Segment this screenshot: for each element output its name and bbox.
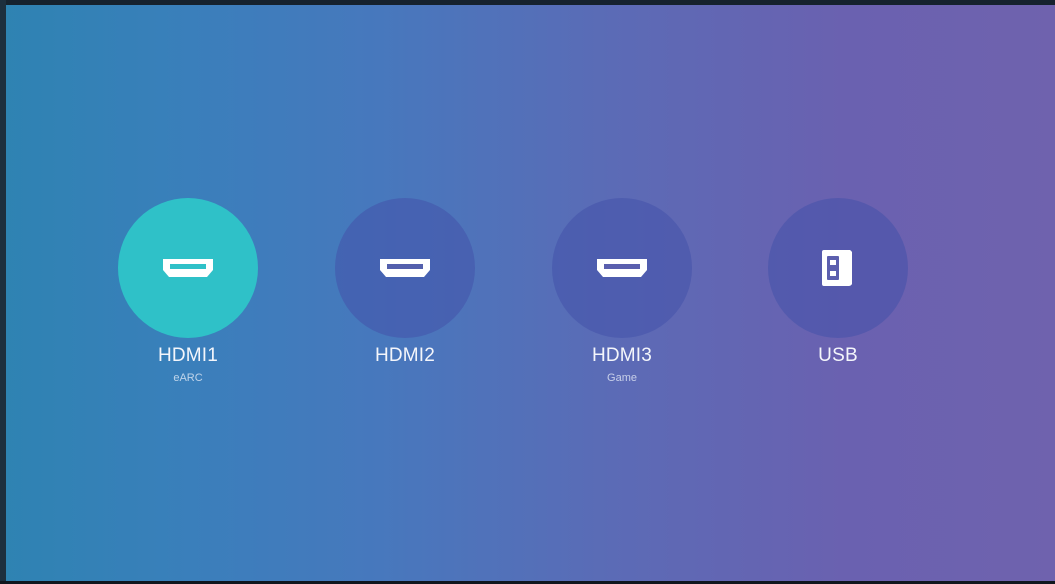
input-source-screen: HDMI1 eARC HDMI2 HDMI3 Game USB	[0, 0, 1055, 584]
hdmi-port-icon	[380, 259, 430, 277]
left-edge-bar	[0, 0, 6, 584]
source-usb[interactable]: USB	[768, 198, 908, 371]
hdmi-port-icon	[597, 259, 647, 277]
source-hdmi3-circle[interactable]	[552, 198, 692, 338]
source-hdmi2-label: HDMI2	[374, 345, 436, 366]
source-usb-circle[interactable]	[768, 198, 908, 338]
usb-drive-icon	[822, 250, 852, 287]
source-hdmi2-circle[interactable]	[335, 198, 475, 338]
source-hdmi1-circle[interactable]	[118, 198, 258, 338]
source-hdmi1-sublabel: eARC	[173, 372, 203, 384]
source-hdmi3[interactable]: HDMI3 Game	[552, 198, 692, 385]
source-hdmi3-sublabel: Game	[607, 372, 637, 384]
source-hdmi3-label: HDMI3	[591, 345, 653, 366]
top-edge-bar	[0, 0, 1055, 5]
source-usb-label: USB	[818, 345, 858, 366]
source-hdmi2[interactable]: HDMI2	[335, 198, 475, 371]
source-hdmi1-label: HDMI1	[157, 345, 219, 366]
source-hdmi1[interactable]: HDMI1 eARC	[118, 198, 258, 385]
hdmi-port-icon	[163, 259, 213, 277]
